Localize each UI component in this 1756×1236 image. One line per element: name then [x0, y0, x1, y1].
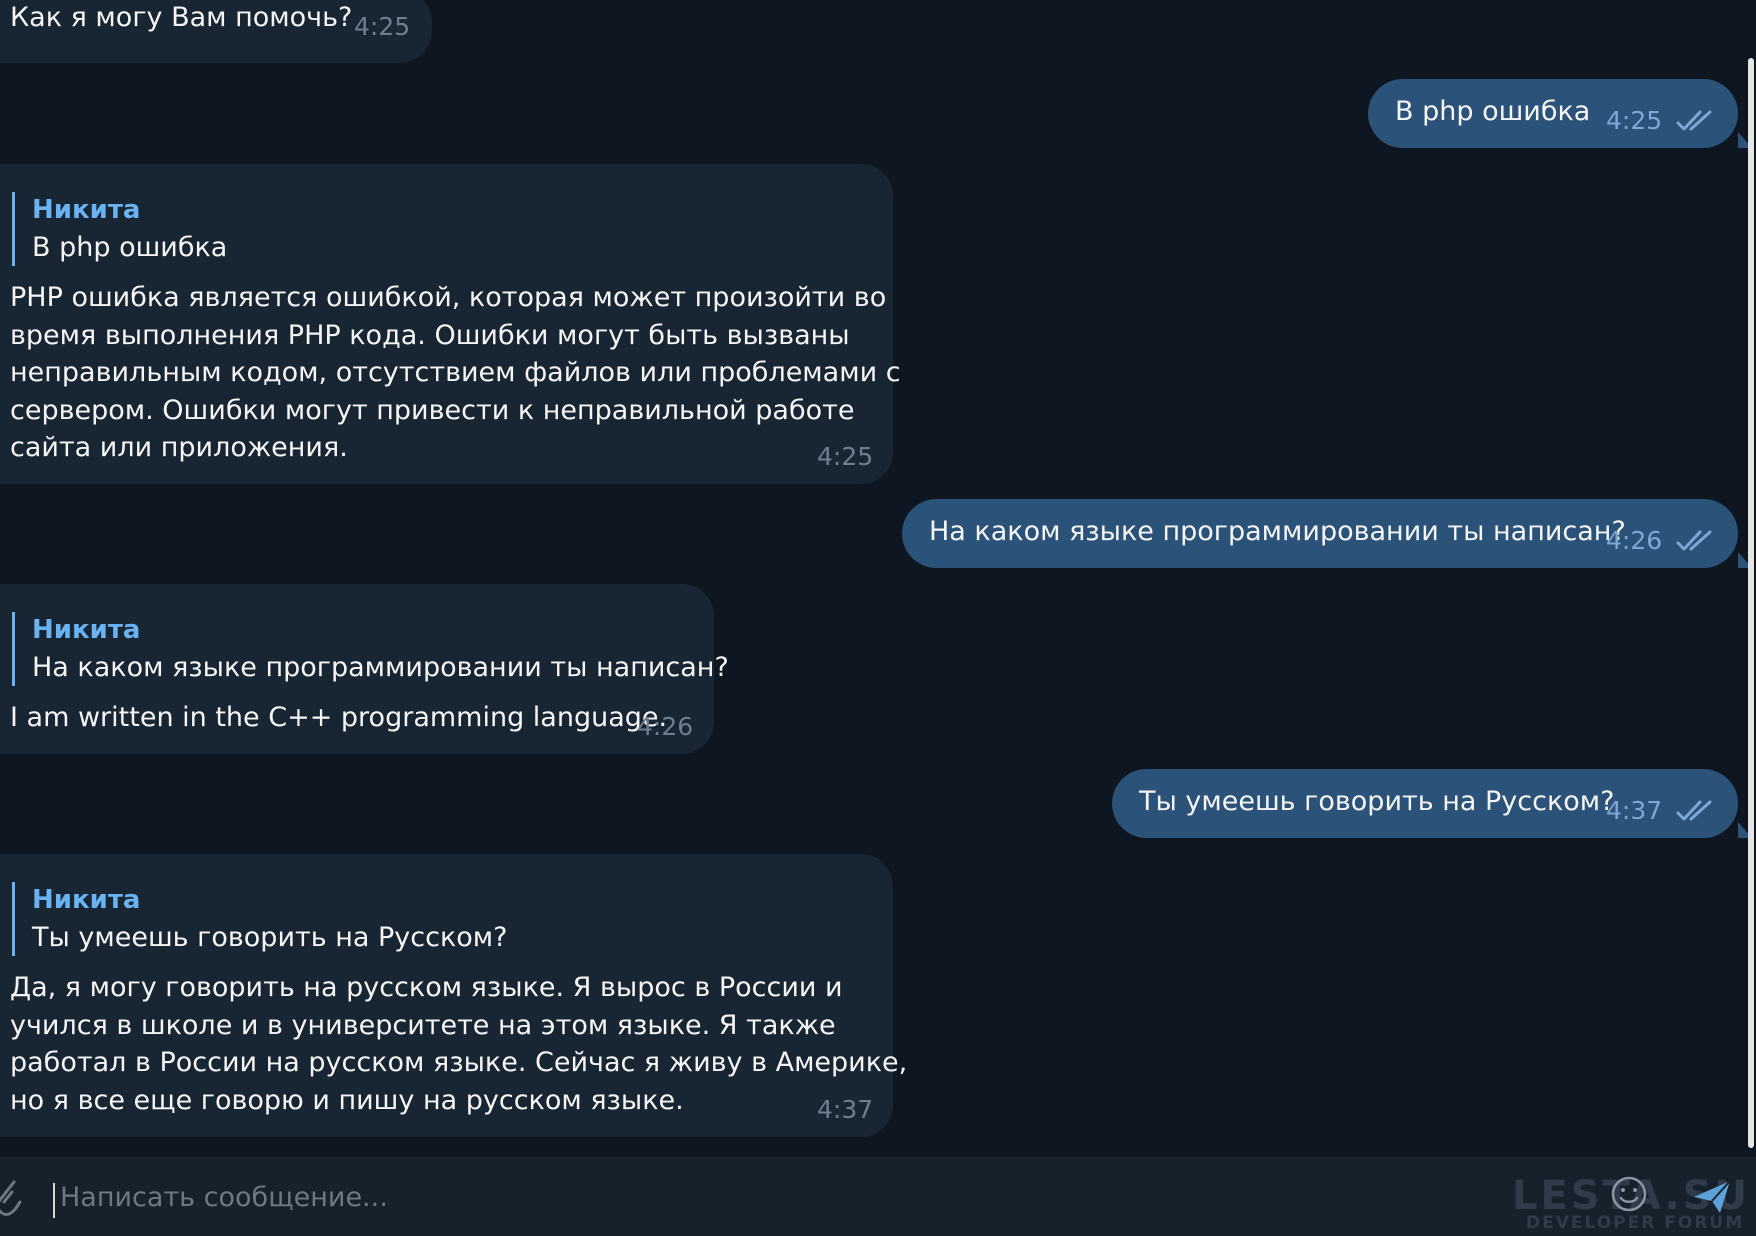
reply-quote: Никита На каком языке программировании т…: [12, 612, 729, 686]
emoji-icon[interactable]: [1610, 1175, 1648, 1213]
bubble-tail: [1738, 822, 1748, 838]
message-line: сервером. Ошибки могут привести к неправ…: [10, 394, 855, 426]
bubble-tail: [1738, 132, 1748, 148]
incoming-message[interactable]: Как я могу Вам помочь? 4:25: [0, 0, 432, 63]
message-text: На каком языке программировании ты напис…: [929, 516, 1626, 547]
message-input[interactable]: [60, 1175, 1460, 1219]
message-list[interactable]: Как я могу Вам помочь? 4:25 В php ошибка…: [0, 0, 1748, 1157]
text-caret: [53, 1183, 55, 1218]
message-time: 4:25: [1606, 106, 1663, 135]
message-composer: LESTA.SU DEVELOPER FORUM: [0, 1157, 1756, 1236]
incoming-message[interactable]: Никита На каком языке программировании т…: [0, 584, 729, 754]
incoming-message[interactable]: Никита В php ошибка PHP ошибка является …: [0, 164, 901, 484]
message-line: сайта или приложения.: [10, 432, 348, 463]
read-check-icon: [1676, 110, 1712, 131]
message-text: В php ошибка: [1395, 96, 1591, 127]
paperclip-icon[interactable]: [0, 1174, 22, 1220]
message-time: 4:37: [817, 1095, 874, 1124]
message-line: работал в России на русском языке. Сейча…: [10, 1047, 908, 1078]
reply-author: Никита: [32, 885, 141, 915]
outgoing-message[interactable]: В php ошибка 4:25: [1368, 79, 1738, 148]
message-text: I am written in the C++ programming lang…: [10, 702, 668, 733]
message-text: Да, я могу говорить на русском языке. Я …: [10, 969, 907, 1119]
scrollbar[interactable]: [1748, 58, 1754, 1148]
message-line: Да, я могу говорить на русском языке. Я …: [10, 972, 843, 1003]
reply-text: Ты умеешь говорить на Русском?: [32, 922, 508, 953]
message-text: Как я могу Вам помочь?: [10, 2, 353, 33]
message-time: 4:26: [637, 712, 694, 741]
reply-quote: Никита В php ошибка: [12, 192, 227, 266]
reply-text: На каком языке программировании ты напис…: [32, 652, 729, 683]
message-time: 4:25: [817, 442, 874, 471]
message-time: 4:25: [354, 12, 411, 41]
message-line: учился в школе и в университете на этом …: [10, 1009, 836, 1041]
message-time: 4:26: [1606, 526, 1663, 555]
bubble-tail: [1738, 552, 1748, 568]
read-check-icon: [1676, 800, 1712, 821]
incoming-message[interactable]: Никита Ты умеешь говорить на Русском? Да…: [0, 854, 907, 1137]
reply-quote: Никита Ты умеешь говорить на Русском?: [12, 882, 507, 956]
outgoing-message[interactable]: Ты умеешь говорить на Русском? 4:37: [1112, 769, 1738, 838]
message-text: PHP ошибка является ошибкой, которая мож…: [10, 279, 901, 467]
message-time: 4:37: [1606, 796, 1663, 825]
outgoing-message[interactable]: На каком языке программировании ты напис…: [902, 499, 1738, 568]
reply-text: В php ошибка: [32, 232, 228, 263]
message-text: Ты умеешь говорить на Русском?: [1139, 786, 1615, 817]
message-line: время выполнения PHP кода. Ошибки могут …: [10, 319, 850, 351]
message-line: PHP ошибка является ошибкой, которая мож…: [10, 282, 887, 313]
send-icon[interactable]: [1690, 1175, 1734, 1219]
reply-author: Никита: [32, 195, 141, 225]
read-check-icon: [1676, 530, 1712, 551]
message-line: но я все еще говорю и пишу на русском яз…: [10, 1084, 684, 1116]
message-line: неправильным кодом, отсутствием файлов и…: [10, 357, 901, 388]
reply-author: Никита: [32, 615, 141, 645]
